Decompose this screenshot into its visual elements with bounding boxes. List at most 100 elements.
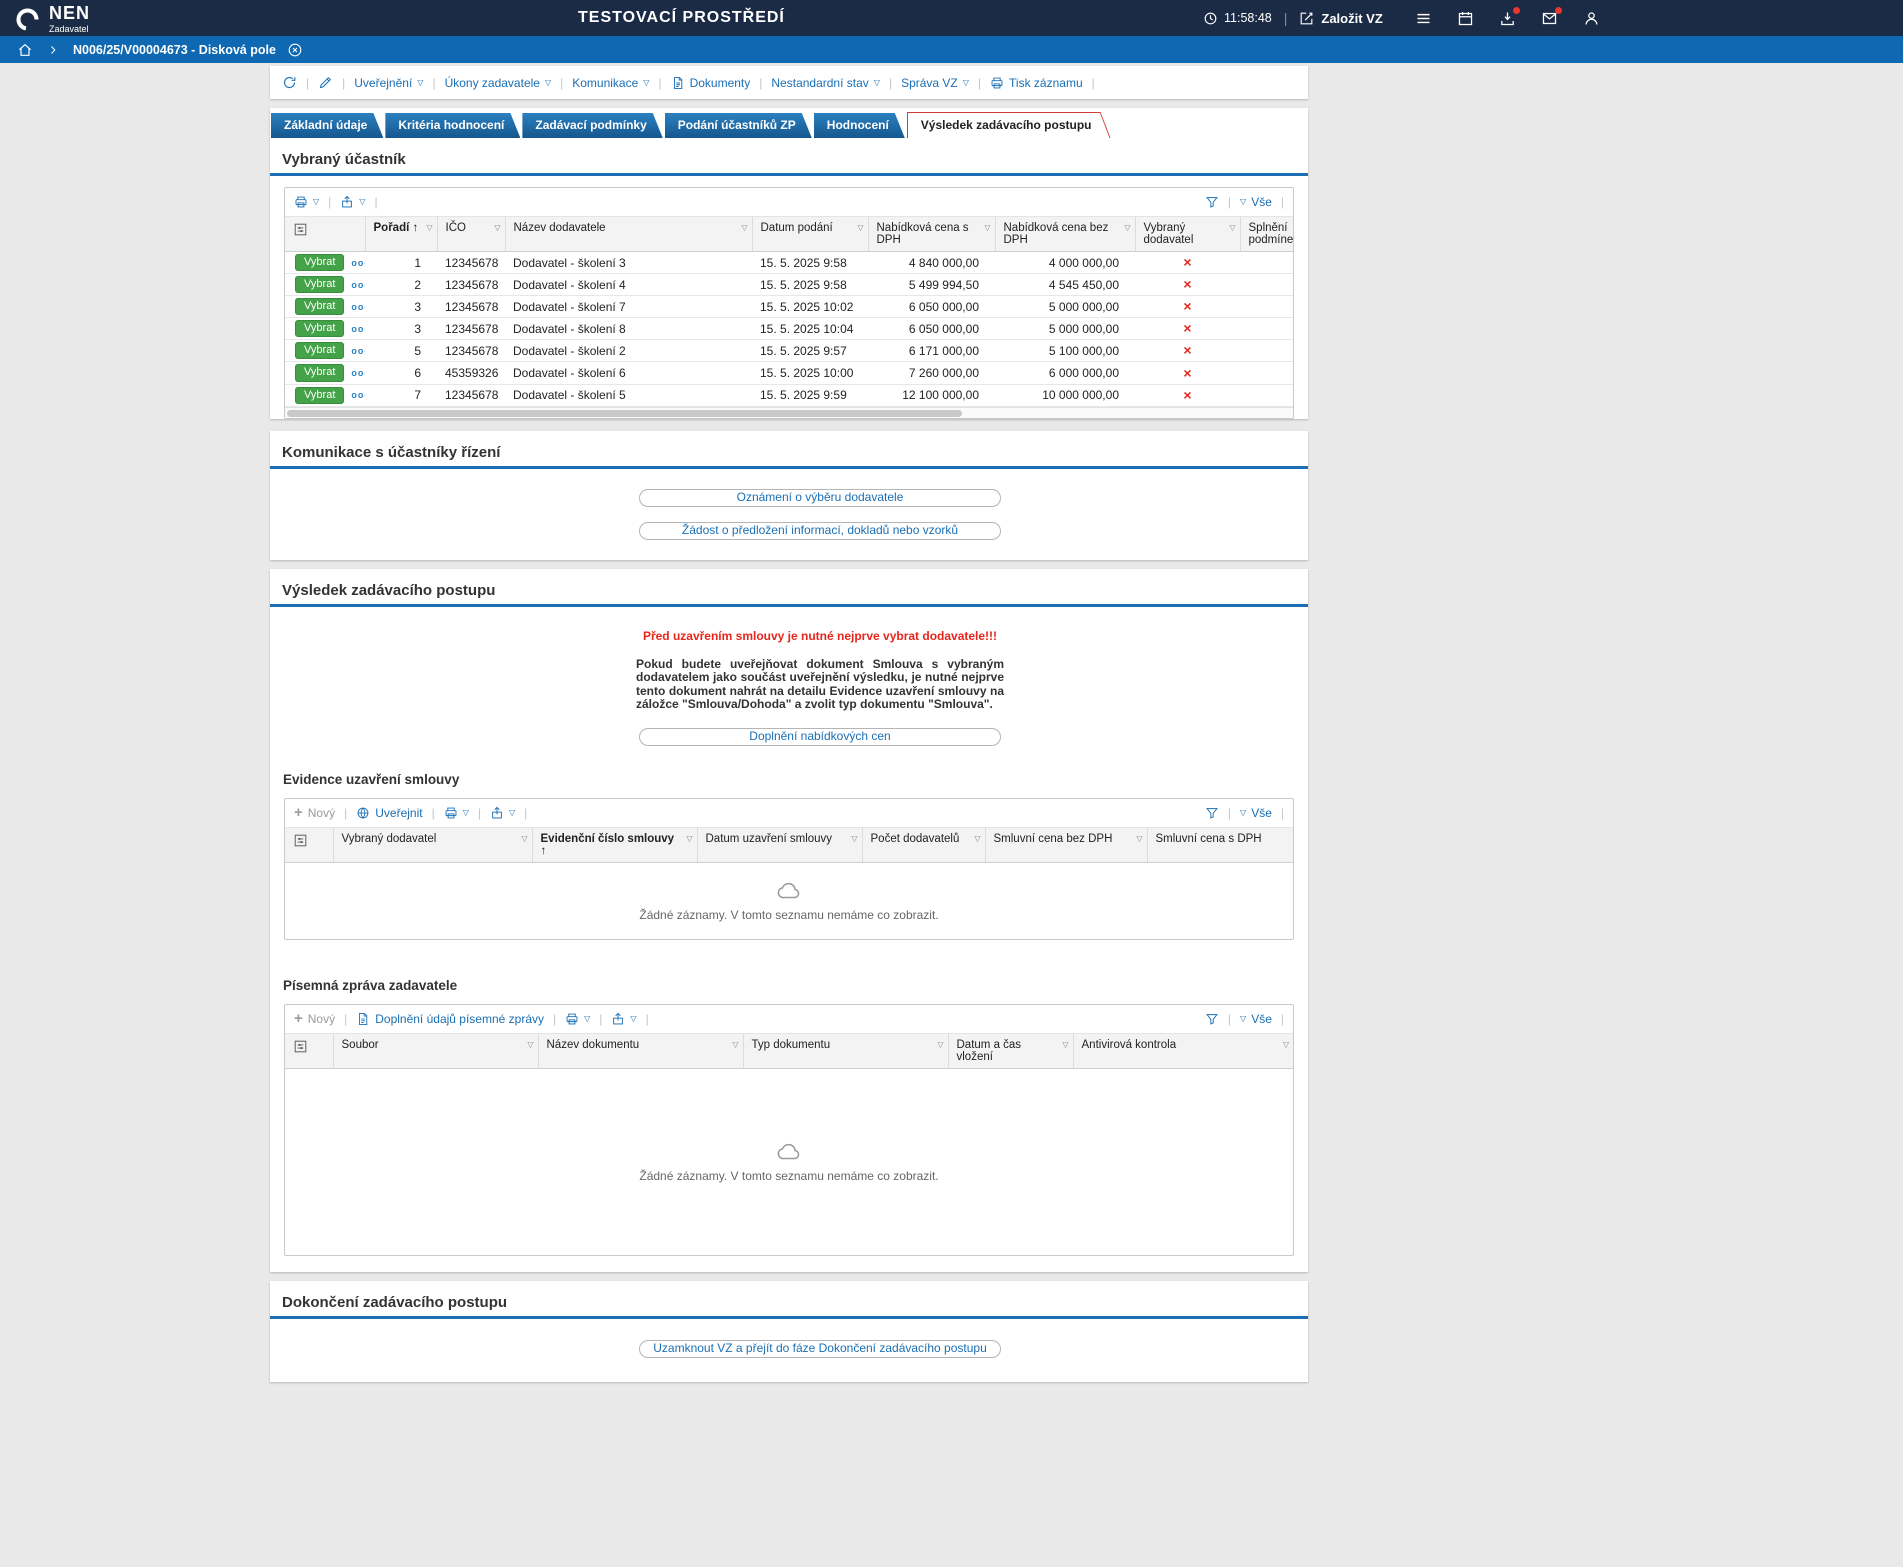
create-vz-button[interactable]: Založit VZ — [1299, 11, 1382, 26]
nen-logo[interactable]: NEN Zadavatel — [14, 4, 90, 34]
new-record-button[interactable]: +Nový — [294, 805, 335, 820]
col-datum-uzavreni[interactable]: Datum uzavření smlouvy▽ — [697, 828, 862, 863]
col-nazev-dodavatele[interactable]: Název dodavatele▽ — [505, 217, 752, 252]
print-table-button[interactable]: ▽ — [294, 195, 319, 209]
new-record-button[interactable]: +Nový — [294, 1011, 335, 1026]
filter-icon[interactable]: ▽ — [741, 223, 747, 232]
toolbar-item-sprava-vz[interactable]: Správa VZ▽ — [901, 76, 969, 90]
fill-written-report-button[interactable]: Doplnění údajů písemné zprávy — [356, 1012, 544, 1026]
scrollbar-thumb[interactable] — [287, 410, 962, 417]
select-supplier-button[interactable]: Vybrat — [295, 320, 344, 337]
row-menu-icon[interactable]: ooo — [351, 280, 365, 290]
col-smluvni-cena-s-dph[interactable]: Smluvní cena s DPH — [1147, 828, 1293, 863]
col-datum-cas-vlozeni[interactable]: Datum a čas vložení▽ — [948, 1034, 1073, 1069]
row-menu-icon[interactable]: ooo — [351, 258, 365, 268]
row-menu-icon[interactable]: ooo — [351, 302, 365, 312]
filter-icon[interactable]: ▽ — [732, 1040, 738, 1049]
col-poradi[interactable]: Pořadí ↑▽ — [365, 217, 437, 252]
filter-icon[interactable]: ▽ — [857, 223, 863, 232]
filter-icon[interactable]: ▽ — [984, 223, 990, 232]
column-chooser-button[interactable] — [285, 217, 365, 252]
col-soubor[interactable]: Soubor▽ — [333, 1034, 538, 1069]
home-icon[interactable] — [17, 42, 33, 58]
col-typ-dokumentu[interactable]: Typ dokumentu▽ — [743, 1034, 948, 1069]
tab-zadavaci-podminky[interactable]: Zadávací podmínky — [522, 113, 662, 138]
col-smluvni-cena-bez-dph[interactable]: Smluvní cena bez DPH▽ — [985, 828, 1147, 863]
col-ico[interactable]: IČO▽ — [437, 217, 505, 252]
calendar-icon[interactable] — [1457, 10, 1474, 27]
col-nazev-dokumentu[interactable]: Název dokumentu▽ — [538, 1034, 743, 1069]
filter-icon[interactable]: ▽ — [494, 223, 500, 232]
downloads-icon[interactable] — [1499, 10, 1516, 27]
toolbar-item-komunikace[interactable]: Komunikace▽ — [572, 76, 649, 90]
show-all-button[interactable]: ▽Vše — [1240, 195, 1272, 209]
tab-vysledek-zadavaciho-postupu[interactable]: Výsledek zadávacího postupu — [907, 112, 1111, 138]
horizontal-scrollbar[interactable] — [285, 407, 1293, 418]
filter-button[interactable] — [1205, 806, 1219, 820]
tab-podani-ucastniku-zp[interactable]: Podání účastníků ZP — [665, 113, 812, 138]
filter-icon[interactable]: ▽ — [1136, 834, 1142, 843]
row-menu-icon[interactable]: ooo — [351, 346, 365, 356]
edit-record-button[interactable] — [318, 75, 333, 90]
show-all-button[interactable]: ▽Vše — [1240, 1012, 1272, 1026]
col-pocet-dodavatelu[interactable]: Počet dodavatelů▽ — [862, 828, 985, 863]
export-table-button[interactable]: ▽ — [490, 806, 515, 820]
menu-icon[interactable] — [1415, 10, 1432, 27]
column-chooser-button[interactable] — [285, 1034, 333, 1069]
col-vybrany-dodavatel[interactable]: Vybraný dodavatel▽ — [333, 828, 532, 863]
col-evidencni-cislo[interactable]: Evidenční číslo smlouvy ↑▽ — [532, 828, 697, 863]
filter-icon[interactable]: ▽ — [1283, 1040, 1289, 1049]
filter-icon[interactable]: ▽ — [1124, 223, 1130, 232]
filter-icon[interactable]: ▽ — [851, 834, 857, 843]
filter-button[interactable] — [1205, 1012, 1219, 1026]
filter-icon[interactable]: ▽ — [686, 834, 692, 843]
export-table-button[interactable]: ▽ — [340, 195, 365, 209]
filter-icon[interactable]: ▽ — [1229, 223, 1235, 232]
toolbar-item-dokumenty[interactable]: Dokumenty — [671, 76, 751, 90]
refresh-button[interactable] — [282, 75, 297, 90]
notice-of-supplier-selection-button[interactable]: Oznámení o výběru dodavatele — [639, 489, 1001, 507]
publish-button[interactable]: Uveřejnit — [356, 806, 422, 820]
toolbar-item-uverejneni[interactable]: Uveřejnění▽ — [354, 76, 423, 90]
col-antivirova-kontrola[interactable]: Antivirová kontrola▽ — [1073, 1034, 1293, 1069]
tab-zakladni-udaje[interactable]: Základní údaje — [271, 113, 383, 138]
show-all-button[interactable]: ▽Vše — [1240, 806, 1272, 820]
select-supplier-button[interactable]: Vybrat — [295, 254, 344, 271]
toolbar-item-ukony-zadavatele[interactable]: Úkony zadavatele▽ — [445, 76, 552, 90]
print-table-button[interactable]: ▽ — [444, 806, 469, 820]
filter-icon[interactable]: ▽ — [937, 1040, 943, 1049]
filter-button[interactable] — [1205, 195, 1219, 209]
col-cena-s-dph[interactable]: Nabídková cena s DPH▽ — [868, 217, 995, 252]
select-supplier-button[interactable]: Vybrat — [295, 387, 344, 404]
col-vybrany-dodavatel[interactable]: Vybraný dodavatel▽ — [1135, 217, 1240, 252]
select-supplier-button[interactable]: Vybrat — [295, 364, 344, 381]
col-datum-podani[interactable]: Datum podání▽ — [752, 217, 868, 252]
toolbar-item-tisk-zaznamu[interactable]: Tisk záznamu — [990, 76, 1083, 90]
toolbar-item-nestandardni-stav[interactable]: Nestandardní stav▽ — [771, 76, 880, 90]
messages-icon[interactable] — [1541, 10, 1558, 27]
select-supplier-button[interactable]: Vybrat — [295, 276, 344, 293]
breadcrumb-current[interactable]: N006/25/V00004673 - Disková pole — [73, 43, 276, 57]
filter-icon[interactable]: ▽ — [974, 834, 980, 843]
row-menu-icon[interactable]: ooo — [351, 368, 365, 378]
tab-hodnoceni[interactable]: Hodnocení — [814, 113, 905, 138]
col-cena-bez-dph[interactable]: Nabídková cena bez DPH▽ — [995, 217, 1135, 252]
export-table-button[interactable]: ▽ — [611, 1012, 636, 1026]
select-supplier-button[interactable]: Vybrat — [295, 298, 344, 315]
user-icon[interactable] — [1583, 10, 1600, 27]
request-information-button[interactable]: Žádost o předložení informací, dokladů n… — [639, 522, 1001, 540]
row-menu-icon[interactable]: ooo — [351, 324, 365, 334]
lock-vz-button[interactable]: Uzamknout VZ a přejít do fáze Dokončení … — [639, 1340, 1001, 1358]
filter-icon[interactable]: ▽ — [1062, 1040, 1068, 1049]
row-menu-icon[interactable]: ooo — [351, 390, 365, 400]
filter-icon[interactable]: ▽ — [527, 1040, 533, 1049]
tab-kriteria-hodnoceni[interactable]: Kritéria hodnocení — [385, 113, 520, 138]
column-chooser-button[interactable] — [285, 828, 333, 863]
fill-offer-prices-button[interactable]: Doplnění nabídkových cen — [639, 728, 1001, 746]
filter-icon[interactable]: ▽ — [521, 834, 527, 843]
filter-icon[interactable]: ▽ — [426, 223, 432, 232]
print-table-button[interactable]: ▽ — [565, 1012, 590, 1026]
close-record-icon[interactable] — [287, 42, 303, 58]
select-supplier-button[interactable]: Vybrat — [295, 342, 344, 359]
col-splneni-podminek[interactable]: Splnění podmínek — [1240, 217, 1293, 252]
